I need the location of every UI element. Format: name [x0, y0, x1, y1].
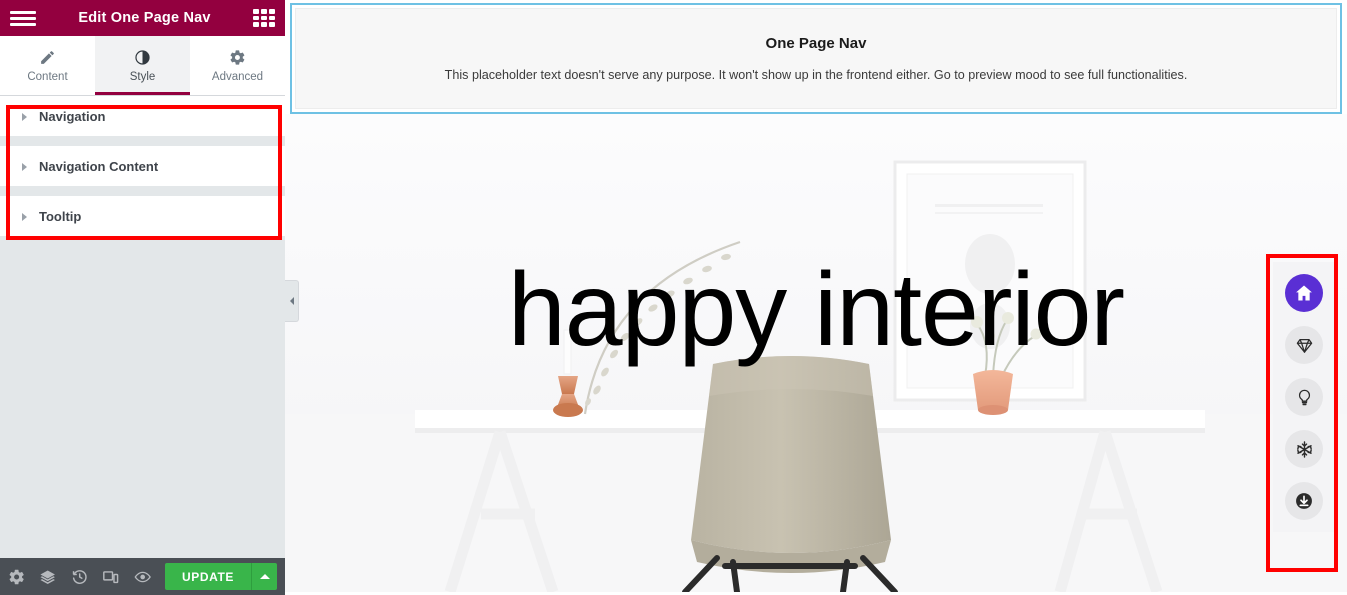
- chevron-right-icon: [22, 162, 27, 171]
- snowflake-icon: [1296, 440, 1312, 458]
- home-icon: [1296, 285, 1312, 301]
- section-navigation[interactable]: Navigation: [0, 96, 285, 136]
- chevron-right-icon: [22, 212, 27, 221]
- history-icon[interactable]: [71, 568, 88, 586]
- section-navigation-label: Navigation: [39, 109, 106, 124]
- chevron-left-icon: [289, 297, 294, 305]
- nav-dot-download[interactable]: [1285, 482, 1323, 520]
- panel-body: Navigation Navigation Content Tooltip: [0, 96, 285, 558]
- one-page-nav-dock: [1273, 262, 1335, 532]
- section-tooltip-label: Tooltip: [39, 209, 82, 224]
- hero-image-section: happy interior: [285, 114, 1347, 592]
- grid-apps-icon[interactable]: [253, 9, 275, 27]
- tab-content-label: Content: [27, 70, 68, 83]
- hamburger-icon[interactable]: [10, 10, 36, 26]
- chevron-right-icon: [22, 112, 27, 121]
- layers-navigator-icon[interactable]: [39, 568, 56, 586]
- widget-placeholder: One Page Nav This placeholder text doesn…: [295, 8, 1337, 109]
- update-button[interactable]: UPDATE: [164, 563, 251, 590]
- panel-collapse-handle[interactable]: [285, 280, 299, 322]
- preview-canvas: One Page Nav This placeholder text doesn…: [285, 0, 1347, 595]
- tab-content[interactable]: Content: [0, 36, 95, 95]
- page-title: Edit One Page Nav: [78, 10, 211, 26]
- one-page-nav-widget[interactable]: One Page Nav This placeholder text doesn…: [290, 3, 1342, 114]
- tab-advanced[interactable]: Advanced: [190, 36, 285, 95]
- settings-gear-icon[interactable]: [8, 568, 25, 586]
- preview-eye-icon[interactable]: [134, 568, 151, 586]
- lightbulb-icon: [1298, 389, 1310, 405]
- panel-tabs: Content Style Advanced: [0, 36, 285, 96]
- contrast-icon: [135, 49, 150, 65]
- nav-dot-home[interactable]: [1285, 274, 1323, 312]
- widget-title: One Page Nav: [765, 35, 867, 52]
- panel-footer-toolbar: UPDATE: [0, 558, 285, 595]
- diamond-gem-icon: [1296, 338, 1312, 353]
- caret-up-icon[interactable]: [251, 563, 277, 590]
- download-arrow-circle-icon: [1296, 493, 1312, 509]
- responsive-mode-icon[interactable]: [102, 568, 119, 586]
- nav-dot-lightbulb[interactable]: [1285, 378, 1323, 416]
- nav-dot-snowflake[interactable]: [1285, 430, 1323, 468]
- section-navigation-content[interactable]: Navigation Content: [0, 146, 285, 186]
- update-button-group: UPDATE: [164, 563, 277, 590]
- section-navigation-content-label: Navigation Content: [39, 159, 159, 174]
- panel-header: Edit One Page Nav: [0, 0, 285, 36]
- tab-style[interactable]: Style: [95, 36, 190, 95]
- hero-caption: happy interior: [507, 252, 1125, 368]
- widget-placeholder-text: This placeholder text doesn't serve any …: [444, 68, 1188, 82]
- gear-icon: [230, 49, 245, 65]
- editor-panel: Edit One Page Nav Content Style Advanced…: [0, 0, 285, 595]
- elementor-editor: Edit One Page Nav Content Style Advanced…: [0, 0, 1347, 595]
- section-tooltip[interactable]: Tooltip: [0, 196, 285, 236]
- tab-style-label: Style: [129, 70, 156, 83]
- tab-advanced-label: Advanced: [211, 70, 264, 83]
- pencil-icon: [41, 50, 54, 64]
- style-sections-list: Navigation Navigation Content Tooltip: [0, 96, 285, 236]
- nav-dot-gem[interactable]: [1285, 326, 1323, 364]
